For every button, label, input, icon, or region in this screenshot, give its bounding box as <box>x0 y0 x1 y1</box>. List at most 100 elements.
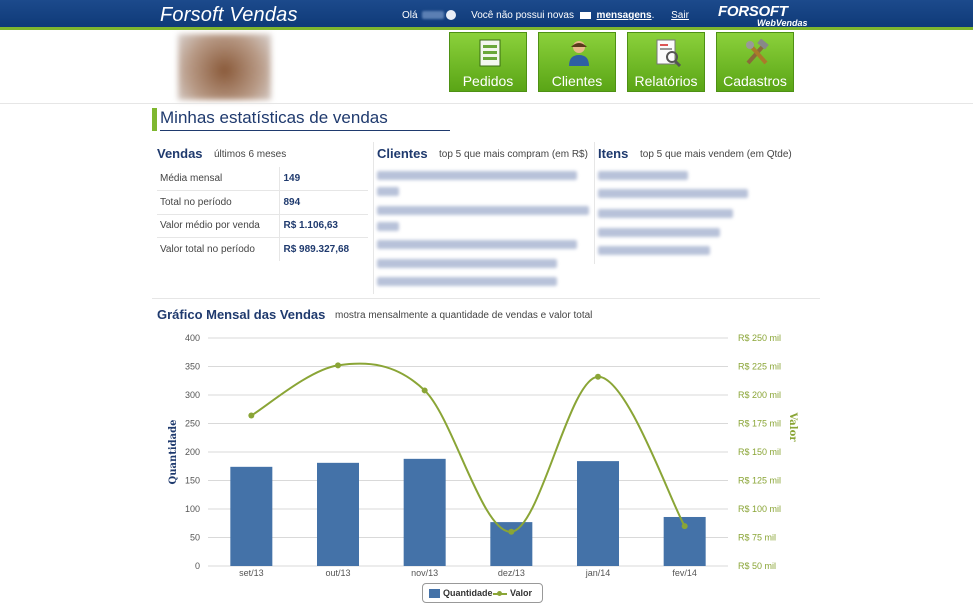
bar-quantidade <box>490 522 533 566</box>
point-valor <box>508 528 515 535</box>
point-valor <box>595 373 601 380</box>
stat-value: R$ 989.327,68 <box>283 244 350 255</box>
greeting-prefix: Olá <box>402 10 418 21</box>
x-tick-label: fev/14 <box>672 568 697 578</box>
client-person-icon <box>569 41 589 66</box>
point-valor <box>335 362 341 369</box>
legend-label: Quantidade <box>443 588 493 598</box>
list-item-redacted <box>598 246 710 255</box>
stat-value: 149 <box>279 167 368 191</box>
bar-quantidade <box>317 462 359 566</box>
list-item-redacted <box>377 259 557 268</box>
y-tick-label: 400 <box>185 333 200 343</box>
table-row: Total no período 894 <box>157 190 368 215</box>
list-item-redacted <box>598 209 733 218</box>
y-tick-label: 300 <box>185 390 200 400</box>
y-tick-label: 250 <box>185 419 200 429</box>
y2-tick-label: R$ 150 mil <box>738 447 781 457</box>
legend-swatch-bar <box>429 589 440 599</box>
legend-label: Valor <box>510 588 533 598</box>
section-divider <box>373 142 374 294</box>
chart-heading: Gráfico Mensal das Vendas <box>157 307 326 322</box>
list-item-redacted <box>377 222 399 231</box>
y2-tick-label: R$ 75 mil <box>738 533 776 543</box>
legend-item-valor[interactable]: Valor <box>493 588 532 598</box>
envelope-icon <box>579 11 591 19</box>
orders-sheet-icon <box>479 39 501 67</box>
stat-label: Valor médio por venda <box>157 214 280 238</box>
nav-pedidos-button[interactable]: Pedidos <box>449 32 527 92</box>
app-title: Forsoft Vendas <box>160 4 298 26</box>
y-tick-label: 50 <box>190 533 200 543</box>
messages-text: Você não possui novas <box>471 10 574 21</box>
bar-quantidade <box>403 458 446 566</box>
list-item-redacted <box>377 240 577 249</box>
y-tick-label: 200 <box>185 447 200 457</box>
y-tick-label: 0 <box>195 561 200 571</box>
section-hr <box>152 298 820 299</box>
nav-relatorios-label: Relatórios <box>634 73 698 89</box>
y-axis-title: Quantidade <box>168 420 179 485</box>
y-tick-label: 150 <box>185 476 200 486</box>
top-header-bar: Forsoft Vendas Olá Você não possui novas… <box>0 0 973 30</box>
y2-axis-title: Valor <box>787 411 798 442</box>
itens-heading: Itens <box>598 146 629 161</box>
x-tick-label: nov/13 <box>411 568 438 578</box>
nav-divider <box>0 103 973 104</box>
section-divider <box>594 142 595 264</box>
bar-quantidade <box>577 461 619 566</box>
list-item-redacted <box>598 171 688 180</box>
y2-tick-label: R$ 50 mil <box>738 561 776 571</box>
report-magnifier-icon <box>656 39 681 67</box>
table-row: Valor médio por venda R$ 1.106,63 <box>157 214 368 238</box>
point-valor <box>248 412 255 419</box>
y-tick-label: 350 <box>185 362 200 372</box>
y2-tick-label: R$ 175 mil <box>738 419 781 429</box>
logout-link[interactable]: Sair <box>671 10 689 21</box>
list-item-redacted <box>377 187 399 196</box>
greeting-area: Olá Você não possui novas mensagens. Sai… <box>402 10 689 21</box>
brand-logo-sub: WebVendas <box>757 18 808 28</box>
messages-link[interactable]: mensagens <box>597 10 652 21</box>
company-logo-image <box>178 34 271 100</box>
nav-clientes-button[interactable]: Clientes <box>538 32 616 92</box>
stat-label: Valor total no período <box>157 237 280 261</box>
nav-cadastros-button[interactable]: Cadastros <box>716 32 794 92</box>
y2-tick-label: R$ 100 mil <box>738 504 781 514</box>
x-tick-label: dez/13 <box>498 568 525 578</box>
page-title: Minhas estatísticas de vendas <box>160 108 388 127</box>
vendas-stats-table: Média mensal 149 Total no período 894 Valo… <box>157 167 368 261</box>
stat-value: R$ 1.106,63 <box>279 214 368 238</box>
clientes-heading: Clientes <box>377 146 428 161</box>
y2-tick-label: R$ 200 mil <box>738 390 781 400</box>
nav-pedidos-label: Pedidos <box>462 73 514 89</box>
list-item-redacted <box>377 277 557 286</box>
chart-subtitle: mostra mensalmente a quantidade de venda… <box>335 310 593 321</box>
x-tick-label: out/13 <box>325 568 350 578</box>
x-tick-label: jan/14 <box>585 568 611 578</box>
y2-tick-label: R$ 225 mil <box>738 362 781 372</box>
messages-suffix: . <box>651 10 655 21</box>
user-icon <box>446 10 457 21</box>
bar-quantidade <box>230 466 273 566</box>
nav-relatorios-button[interactable]: Relatórios <box>627 32 705 92</box>
chart-legend[interactable]: Quantidade Valor <box>422 583 543 603</box>
user-name-redacted <box>422 11 445 20</box>
line-valor <box>250 362 686 533</box>
list-item-redacted <box>377 171 577 180</box>
vendas-subtitle: últimos 6 meses <box>214 149 287 160</box>
list-item-redacted <box>598 228 720 237</box>
table-row: Média mensal 149 <box>157 167 368 191</box>
y2-tick-label: R$ 250 mil <box>738 333 781 343</box>
list-item-redacted <box>598 189 748 198</box>
table-row: Valor total no período R$ 989.327,68 <box>157 237 368 261</box>
clientes-subtitle: top 5 que mais compram (em R$) <box>439 149 588 160</box>
tools-icon <box>746 39 769 65</box>
stat-label: Total no período <box>157 190 280 215</box>
legend-item-quantidade[interactable]: Quantidade <box>429 588 493 599</box>
y2-tick-label: R$ 125 mil <box>738 476 781 486</box>
itens-subtitle: top 5 que mais vendem (em Qtde) <box>640 149 792 160</box>
legend-swatch-line <box>493 590 507 596</box>
stat-value: 894 <box>279 190 368 215</box>
vendas-heading: Vendas <box>157 146 203 161</box>
